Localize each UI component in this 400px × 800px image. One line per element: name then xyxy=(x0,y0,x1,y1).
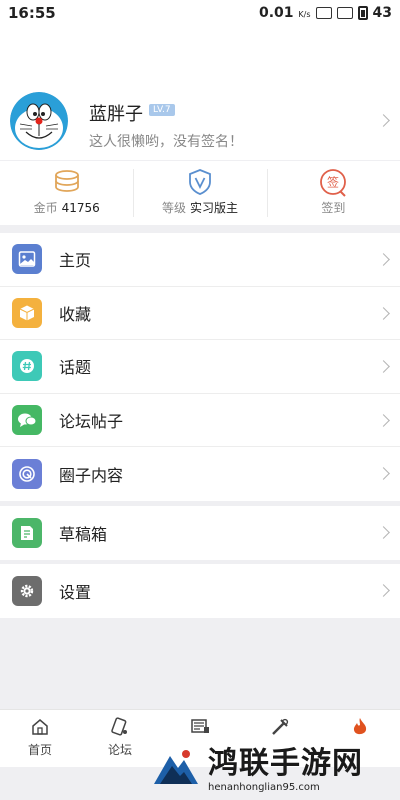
sign-in-icon: 签 xyxy=(320,169,347,197)
menu-label-settings: 设置 xyxy=(59,582,92,602)
menu-label-forum-posts: 论坛帖子 xyxy=(59,411,124,431)
tab-forum[interactable]: 论坛 xyxy=(80,710,160,767)
chevron-right-icon xyxy=(377,253,390,266)
username: 蓝胖子 xyxy=(89,104,143,125)
network-speed: 0.01 xyxy=(258,5,294,21)
stat-sign-in-label: 签到 xyxy=(321,201,346,215)
menu-label-topics: 话题 xyxy=(59,358,92,378)
stat-coins[interactable]: 金币 41756 xyxy=(0,161,133,225)
watermark-url: henanhonglian95.com xyxy=(208,782,320,793)
level-badge: LV.7 xyxy=(149,104,175,116)
signature-text: 这人很懒哟，没有签名！ xyxy=(89,134,243,150)
forum-icon xyxy=(111,717,127,736)
draft-icon xyxy=(12,517,42,548)
menu-item-topics[interactable]: 话题 xyxy=(0,340,400,394)
menu-item-home[interactable]: 主页 xyxy=(0,233,400,287)
chevron-right-icon xyxy=(377,306,390,320)
picture-icon xyxy=(12,244,42,275)
chevron-right-icon xyxy=(377,360,390,373)
stats-row: 金币 41756 等级 实习版主 签 签到 xyxy=(0,161,400,225)
watermark-title: 鸿联手游网 xyxy=(208,746,363,781)
volte-icon xyxy=(315,7,332,19)
stat-sign-in[interactable]: 签 签到 xyxy=(266,161,400,225)
menu-label-favorites: 收藏 xyxy=(59,304,92,324)
stat-level[interactable]: 等级 实习版主 xyxy=(133,161,266,225)
chevron-right-icon xyxy=(377,467,390,480)
status-bar: 16:55 0.01 K/s 43 xyxy=(0,0,400,26)
signal-icon xyxy=(336,7,353,19)
chevron-right-icon xyxy=(377,584,390,597)
stat-level-label: 等级 xyxy=(161,201,186,215)
battery-icon xyxy=(357,6,368,20)
menu-group-main: 主页 收藏 话题 论坛帖子 圈子内容 xyxy=(0,233,400,501)
shield-v-icon xyxy=(189,169,211,195)
watermark: 鸿联手游网 henanhonglian95.com xyxy=(150,740,400,800)
chevron-right-icon xyxy=(377,526,390,539)
menu-item-drafts[interactable]: 草稿箱 xyxy=(0,506,400,560)
home-icon xyxy=(32,719,48,735)
tools-icon xyxy=(272,718,289,735)
menu-item-forum-posts[interactable]: 论坛帖子 xyxy=(0,394,400,447)
menu-item-circle-content[interactable]: 圈子内容 xyxy=(0,447,400,501)
menu-group-drafts: 草稿箱 xyxy=(0,506,400,560)
tab-home[interactable]: 首页 xyxy=(0,710,80,767)
tab-home-label: 首页 xyxy=(27,743,52,757)
menu-label-drafts: 草稿箱 xyxy=(59,524,108,544)
status-time: 16:55 xyxy=(8,4,56,22)
watermark-logo xyxy=(154,750,198,784)
network-speed-unit: K/s xyxy=(298,10,311,19)
box-icon xyxy=(12,297,42,328)
coins-icon xyxy=(54,170,79,192)
profile-card[interactable]: 蓝胖子 LV.7 这人很懒哟，没有签名！ xyxy=(0,26,400,160)
menu-group-settings: 设置 xyxy=(0,564,400,618)
chat-icon xyxy=(12,404,42,435)
gear-icon xyxy=(12,575,42,606)
news-icon xyxy=(191,719,209,733)
menu-item-settings[interactable]: 设置 xyxy=(0,564,400,618)
circle-icon xyxy=(12,458,42,489)
stat-coins-label: 金币 xyxy=(33,201,58,215)
stat-level-value: 实习版主 xyxy=(189,201,238,215)
stat-coins-value: 41756 xyxy=(61,201,100,215)
avatar[interactable] xyxy=(10,92,68,150)
menu-item-favorites[interactable]: 收藏 xyxy=(0,287,400,340)
sign-in-icon-text: 签 xyxy=(327,175,339,190)
hash-icon xyxy=(12,351,42,382)
menu-label-home: 主页 xyxy=(59,251,92,271)
hot-icon xyxy=(353,718,367,735)
menu-label-circle-content: 圈子内容 xyxy=(59,465,124,485)
tab-forum-label: 论坛 xyxy=(107,743,132,757)
chevron-right-icon xyxy=(377,413,390,427)
battery-level: 43 xyxy=(372,5,392,21)
chevron-right-icon xyxy=(377,114,390,127)
